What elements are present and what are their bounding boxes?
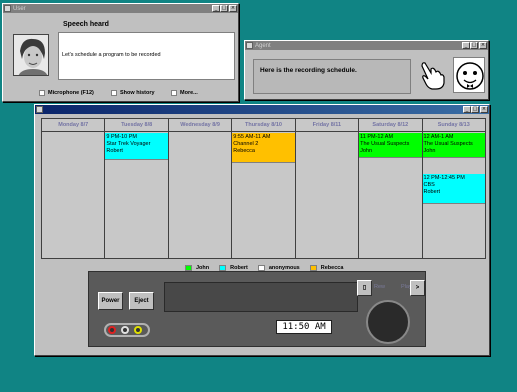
user-window: User _ □ × Speech heard Let's schedule a… (2, 3, 239, 102)
day-header: Monday 8/7 (42, 119, 105, 132)
yellow-jack-icon (134, 326, 142, 334)
more-checkbox[interactable]: More... (171, 90, 198, 96)
day-column-tuesday[interactable]: Tuesday 8/8 9 PM-10 PM Star Trek Voyager… (105, 119, 169, 258)
schedule-window-titlebar[interactable]: _ □ × (35, 105, 489, 114)
eject-button[interactable]: Eject (129, 292, 154, 310)
minimize-button[interactable]: _ (462, 42, 470, 49)
event-time: 9:55 AM-11 AM (233, 134, 271, 140)
speech-text-box: Let's schedule a program to be recorded (58, 32, 235, 80)
user-photo (13, 34, 49, 76)
tape-slot (164, 282, 358, 312)
window-app-icon (4, 5, 11, 12)
event-title: The Usual Suspects (360, 141, 410, 147)
window-app-icon (246, 42, 253, 49)
event-person: John (360, 148, 373, 154)
event-person: Rebecca (233, 148, 255, 154)
day-column-sunday[interactable]: Sunday 8/13 12 AM-1 AM The Usual Suspect… (422, 119, 485, 258)
pointing-hand-icon (419, 59, 447, 91)
day-column-monday[interactable]: Monday 8/7 (42, 119, 106, 258)
checkbox-label: More... (180, 90, 198, 96)
event-person: John (423, 148, 436, 154)
recording-event[interactable]: 11 PM-12 AM The Usual Suspects John (359, 133, 422, 158)
close-button[interactable]: × (229, 5, 237, 12)
user-window-titlebar[interactable]: User _ □ × (3, 4, 238, 13)
event-title: Star Trek Voyager (106, 141, 151, 147)
minimize-button[interactable]: _ (463, 106, 471, 113)
day-header: Friday 8/11 (295, 119, 359, 132)
vcr-clock: 11:50 AM (276, 320, 332, 334)
minimize-button[interactable]: _ (212, 5, 220, 12)
checkbox-box[interactable] (171, 90, 177, 96)
day-header: Saturday 8/12 (359, 119, 422, 132)
av-jacks (104, 323, 150, 337)
event-time: 12 PM-12:45 PM (423, 175, 465, 181)
schedule-grid: Monday 8/7 Tuesday 8/8 9 PM-10 PM Star T… (41, 118, 486, 259)
window-app-icon (36, 106, 43, 113)
red-jack-icon (108, 326, 116, 334)
recording-event[interactable]: 12 PM-12:45 PM CBS Robert (422, 174, 485, 204)
close-button[interactable]: × (479, 42, 487, 49)
event-time: 9 PM-10 PM (106, 134, 137, 140)
event-time: 12 AM-1 AM (423, 134, 454, 140)
agent-window: Agent _ □ × Here is the recording schedu… (244, 40, 489, 100)
agent-window-title: Agent (255, 42, 271, 49)
maximize-button[interactable]: □ (220, 5, 228, 12)
event-time: 11 PM-12 AM (360, 134, 394, 140)
white-jack-icon (121, 326, 129, 334)
recording-event[interactable]: 9 PM-10 PM Star Trek Voyager Robert (105, 133, 168, 160)
checkbox-box[interactable] (39, 90, 45, 96)
agent-message-box: Here is the recording schedule. (253, 59, 411, 94)
jog-dial-knob[interactable] (366, 300, 410, 344)
event-person: Robert (106, 148, 123, 154)
speech-heard-heading: Speech heard (63, 21, 109, 28)
microphone-checkbox[interactable]: Microphone (F12) (39, 90, 94, 96)
maximize-button[interactable]: □ (470, 42, 478, 49)
fast-forward-button[interactable]: > (410, 280, 425, 296)
day-column-wednesday[interactable]: Wednesday 8/9 (168, 119, 233, 258)
event-title: CBS (423, 182, 435, 188)
show-history-checkbox[interactable]: Show history (111, 90, 155, 96)
event-person: Robert (423, 189, 441, 195)
close-button[interactable]: × (480, 106, 488, 113)
agent-face-icon (453, 57, 485, 93)
day-header: Sunday 8/13 (422, 119, 485, 132)
recording-event[interactable]: 12 AM-1 AM The Usual Suspects John (422, 133, 485, 158)
user-window-title: User (13, 5, 26, 12)
agent-message: Here is the recording schedule. (260, 67, 357, 74)
event-title: Channel 2 (233, 141, 259, 147)
day-column-friday[interactable]: Friday 8/11 (295, 119, 360, 258)
power-button[interactable]: Power (98, 292, 123, 310)
checkbox-label: Show history (120, 90, 155, 96)
agent-window-titlebar[interactable]: Agent _ □ × (245, 41, 488, 50)
day-column-thursday[interactable]: Thursday 8/10 9:55 AM-11 AM Channel 2 Re… (232, 119, 296, 258)
maximize-button[interactable]: □ (471, 106, 479, 113)
rew-label[interactable]: Rew (374, 284, 385, 290)
schedule-window: _ □ × Monday 8/7 Tuesday 8/8 9 PM-10 PM … (34, 104, 490, 356)
day-header: Tuesday 8/8 (105, 119, 168, 132)
day-header: Thursday 8/10 (232, 119, 295, 132)
vcr-panel: Power Eject ▯ Rew Play > 11:50 AM (88, 271, 426, 347)
day-column-saturday[interactable]: Saturday 8/12 11 PM-12 AM The Usual Susp… (359, 119, 423, 258)
day-header: Wednesday 8/9 (168, 119, 232, 132)
checkbox-label: Microphone (F12) (48, 90, 94, 96)
speech-text: Let's schedule a program to be recorded (62, 52, 161, 58)
recording-event[interactable]: 9:55 AM-11 AM Channel 2 Rebecca (232, 133, 295, 163)
event-title: The Usual Suspects (423, 141, 473, 147)
checkbox-box[interactable] (111, 90, 117, 96)
stop-button[interactable]: ▯ (357, 280, 372, 296)
